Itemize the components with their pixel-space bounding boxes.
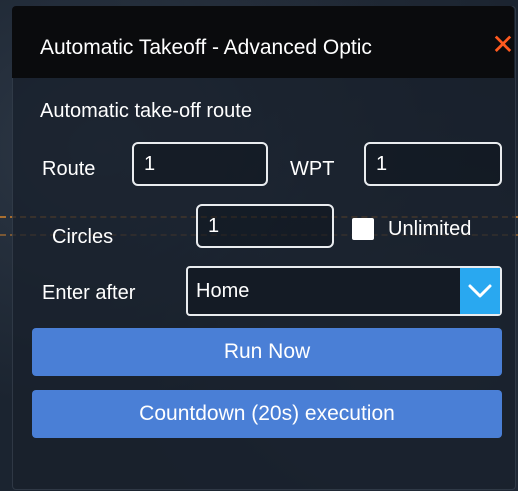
circles-input[interactable] xyxy=(196,204,334,248)
chevron-down-icon[interactable] xyxy=(460,268,500,314)
title-bar: Automatic Takeoff - Advanced Optic ✕ xyxy=(12,6,515,78)
section-title: Automatic take-off route xyxy=(40,100,252,122)
route-input[interactable] xyxy=(132,142,268,186)
run-now-button[interactable]: Run Now xyxy=(32,328,502,376)
circles-label: Circles xyxy=(52,226,114,248)
dialog-title: Automatic Takeoff - Advanced Optic xyxy=(40,36,372,59)
wpt-label: WPT xyxy=(290,158,335,180)
route-label: Route xyxy=(42,158,96,180)
unlimited-label: Unlimited xyxy=(388,218,472,240)
wpt-input[interactable] xyxy=(364,142,502,186)
enter-after-label: Enter after xyxy=(42,282,136,304)
enter-after-selected: Home xyxy=(196,280,250,302)
unlimited-checkbox[interactable] xyxy=(352,218,374,240)
enter-after-select[interactable]: Home xyxy=(186,266,502,316)
close-icon[interactable]: ✕ xyxy=(488,30,518,60)
countdown-execution-button[interactable]: Countdown (20s) execution xyxy=(32,390,502,438)
